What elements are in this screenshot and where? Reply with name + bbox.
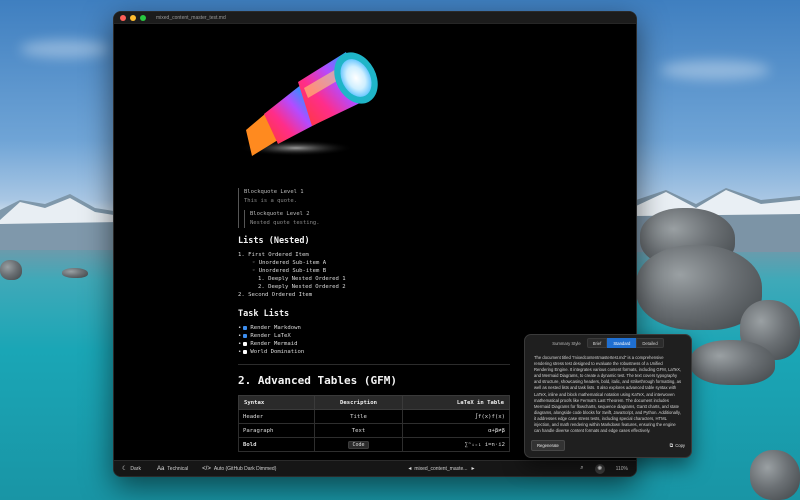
task-label: Render LaTeX [250, 333, 291, 339]
list-item: 2. Second Ordered Item [238, 292, 313, 298]
detailed-option[interactable]: Detailed [636, 338, 664, 348]
markdown-body: Blockquote Level 1 This is a quote. Bloc… [238, 188, 510, 452]
copy-icon: ⧉ [669, 442, 674, 449]
checkbox-unchecked[interactable] [243, 342, 248, 346]
list-item: 1. First Ordered Item [238, 252, 309, 258]
summary-button[interactable]: ✺ [594, 463, 608, 474]
blockquote-level-2: Blockquote Level 2 Nested quote testing. [244, 210, 510, 228]
zoom-level[interactable]: 110% [616, 466, 628, 472]
telescope-icon [238, 52, 378, 156]
regenerate-button[interactable]: Regenerate [531, 440, 565, 451]
checkbox-checked[interactable] [243, 326, 248, 330]
status-bar: ☾ Dark Aa Technical </> Auto (GitHub Dar… [114, 460, 636, 476]
cloud [20, 40, 110, 58]
title-bar: mixed_content_master_test.md [114, 12, 636, 24]
blockquote-title: Blockquote Level 1 [244, 189, 304, 195]
task-item: • Render LaTeX [238, 333, 291, 339]
brief-option[interactable]: Brief [586, 338, 608, 348]
minimize-button[interactable] [130, 14, 136, 21]
font-label: Auto (GitHub Dark Dimmed) [213, 465, 277, 472]
tasks-heading: Task Lists [238, 309, 290, 319]
sparkle-icon: ✺ [594, 463, 605, 474]
rock [62, 268, 88, 278]
close-button[interactable] [120, 14, 126, 21]
text-style-icon: Aa [156, 465, 165, 472]
table-cell: α+β≠β [402, 423, 510, 438]
table-row: Bold Code ∑ⁿᵢ₌₁ i=n·i2 [238, 437, 510, 452]
copy-label: Copy [675, 443, 685, 448]
table-cell: Header [238, 409, 315, 424]
code-chip: Code [348, 440, 369, 449]
task-label: World Domination [250, 349, 305, 355]
blockquote-text: Nested quote testing. [250, 220, 320, 226]
table-header: Syntax [238, 395, 315, 410]
list-item: ◦ Unordered Sub-item B [252, 268, 327, 274]
table-cell: Paragraph [238, 423, 315, 438]
task-item: • Render Mermaid [238, 341, 298, 347]
gfm-table: Syntax Description LaTeX in Table Header… [238, 395, 510, 452]
summary-text: The document titled "mixedcontentmastert… [534, 355, 682, 434]
blockquote-title: Blockquote Level 2 [250, 211, 310, 217]
task-label: Render Mermaid [250, 341, 298, 347]
checkbox-checked[interactable] [243, 334, 248, 338]
blockquote-level-1: Blockquote Level 1 This is a quote. Bloc… [238, 188, 510, 228]
task-label: Render Markdown [250, 325, 301, 331]
next-icon[interactable]: ▸ [471, 465, 474, 472]
summary-panel: Summary Style Brief Standard Detailed Th… [524, 334, 692, 458]
table-cell: ∫f(x)f(x) [402, 409, 510, 424]
divider [238, 364, 510, 365]
cloud [660, 60, 770, 80]
summary-actions: Regenerate ⧉ Copy [531, 440, 685, 451]
rock [0, 260, 22, 280]
moon-icon: ☾ [122, 466, 128, 472]
copy-button[interactable]: ⧉ Copy [670, 443, 685, 449]
file-navigator: ◂ mixed_content_maste... ▸ [408, 465, 477, 473]
theme-label: Dark [130, 465, 141, 472]
table-cell: Code [314, 437, 403, 452]
standard-option[interactable]: Standard [607, 338, 637, 348]
summary-style-label: Summary Style [552, 340, 581, 346]
list-item: ◦ Unordered Sub-item A [252, 260, 327, 266]
window-title: mixed_content_master_test.md [156, 14, 226, 21]
mountains-left [0, 194, 120, 250]
theme-toggle[interactable]: ☾ Dark [122, 465, 141, 473]
blockquote-text: This is a quote. [244, 198, 297, 204]
rock [750, 450, 800, 500]
table-header: LaTeX in Table [402, 395, 510, 410]
table-header-row: Syntax Description LaTeX in Table [238, 395, 510, 410]
previous-icon[interactable]: ◂ [408, 465, 411, 472]
tables-heading: 2. Advanced Tables (GFM) [238, 374, 397, 387]
code-icon: </> [202, 465, 211, 472]
rock [690, 340, 775, 385]
search-icon: ⌕ [580, 465, 584, 471]
search-button[interactable]: ⌕ [580, 465, 586, 472]
summary-style-control: Summary Style Brief Standard Detailed [525, 335, 691, 351]
list-item: 1. Deeply Nested Ordered 1 [258, 276, 346, 282]
table-header: Description [314, 395, 403, 410]
lists-heading: Lists (Nested) [238, 236, 310, 246]
table-cell: Text [314, 423, 403, 438]
file-label: mixed_content_maste... [414, 465, 468, 472]
list-item: 2. Deeply Nested Ordered 2 [258, 284, 346, 290]
style-selector[interactable]: Aa Technical [157, 466, 188, 472]
task-item: • World Domination [238, 349, 305, 355]
table-row: Paragraph Text α+β≠β [238, 423, 510, 438]
table-row: Header Title ∫f(x)f(x) [238, 409, 510, 424]
font-selector[interactable]: </> Auto (GitHub Dark Dimmed) [202, 466, 276, 472]
zoom-button[interactable] [140, 14, 146, 21]
task-item: • Render Markdown [238, 325, 301, 331]
table-cell: Bold [238, 437, 315, 452]
zoom-label: 110% [615, 465, 628, 472]
table-cell: ∑ⁿᵢ₌₁ i=n·i2 [402, 437, 510, 452]
style-label: Technical [167, 465, 189, 472]
table-cell: Title [314, 409, 403, 424]
checkbox-unchecked[interactable] [243, 350, 248, 354]
